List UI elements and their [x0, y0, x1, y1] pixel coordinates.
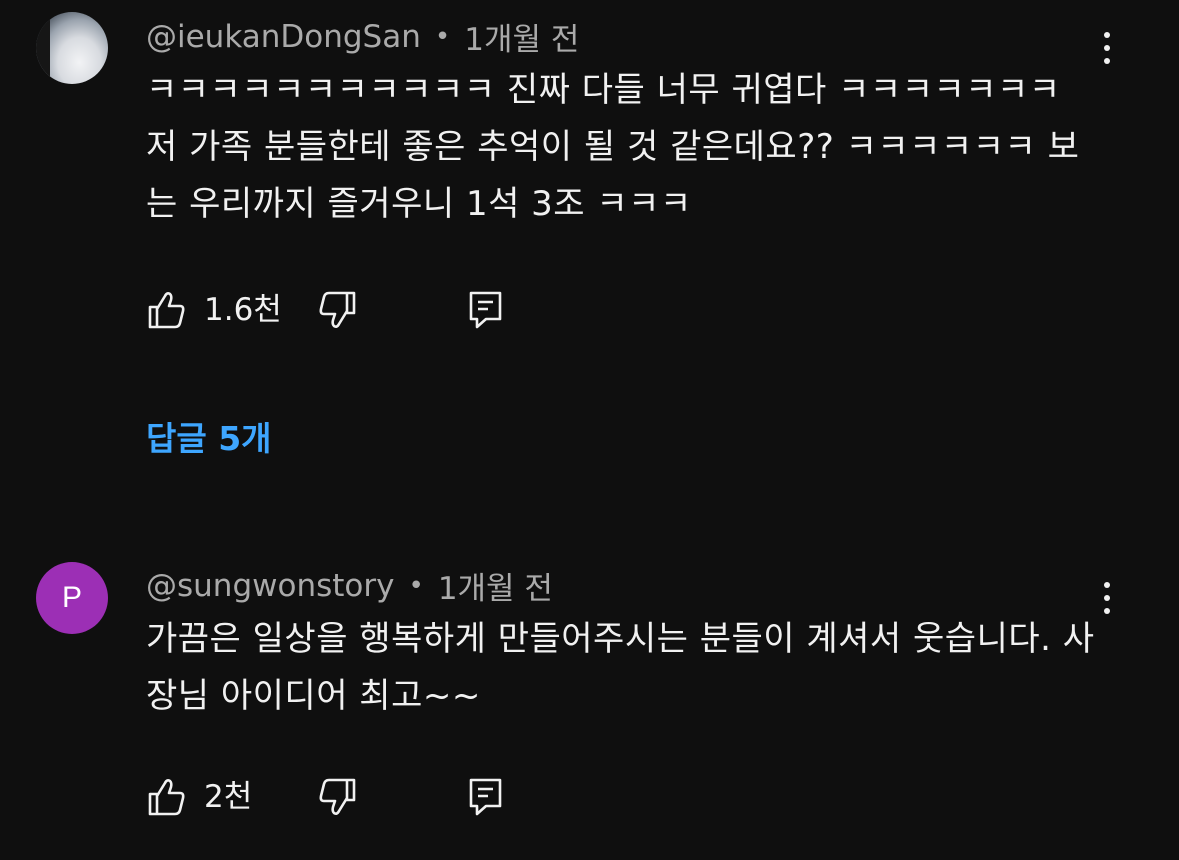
more-vert-icon[interactable] [1092, 26, 1122, 70]
comment-meta: @ieukanDongSan • 1개월 전 [146, 14, 579, 59]
comment-meta: @sungwonstory • 1개월 전 [146, 563, 553, 608]
reply-icon[interactable] [468, 290, 504, 330]
comment-time[interactable]: 1개월 전 [464, 14, 579, 59]
avatar[interactable] [36, 12, 108, 84]
replies-link[interactable]: 답글 5개 [146, 412, 272, 460]
meta-separator: • [408, 570, 424, 601]
comment-time[interactable]: 1개월 전 [438, 563, 553, 608]
comment-actions: 2천 [146, 777, 566, 817]
author-handle[interactable]: @ieukanDongSan [146, 19, 421, 55]
thumbs-down-icon[interactable] [316, 290, 358, 330]
reply-icon[interactable] [468, 777, 504, 817]
more-vert-icon[interactable] [1092, 576, 1122, 620]
thumbs-down-icon[interactable] [316, 777, 358, 817]
thumbs-up-icon[interactable] [146, 290, 188, 330]
avatar[interactable]: P [36, 562, 108, 634]
comment-text: 가끔은 일상을 행복하게 만들어주시는 분들이 계셔서 웃습니다. 사장님 아이… [146, 619, 1095, 716]
thumbs-up-icon[interactable] [146, 777, 188, 817]
comment-actions: 1.6천 [146, 290, 566, 330]
author-handle[interactable]: @sungwonstory [146, 568, 394, 604]
comment-text: ㅋㅋㅋㅋㅋㅋㅋㅋㅋㅋㅋ 진짜 다들 너무 귀엽다 ㅋㅋㅋㅋㅋㅋㅋ 저 가족 분들… [146, 70, 1080, 224]
like-count: 2천 [204, 779, 253, 815]
like-count: 1.6천 [204, 292, 282, 328]
meta-separator: • [434, 21, 451, 52]
